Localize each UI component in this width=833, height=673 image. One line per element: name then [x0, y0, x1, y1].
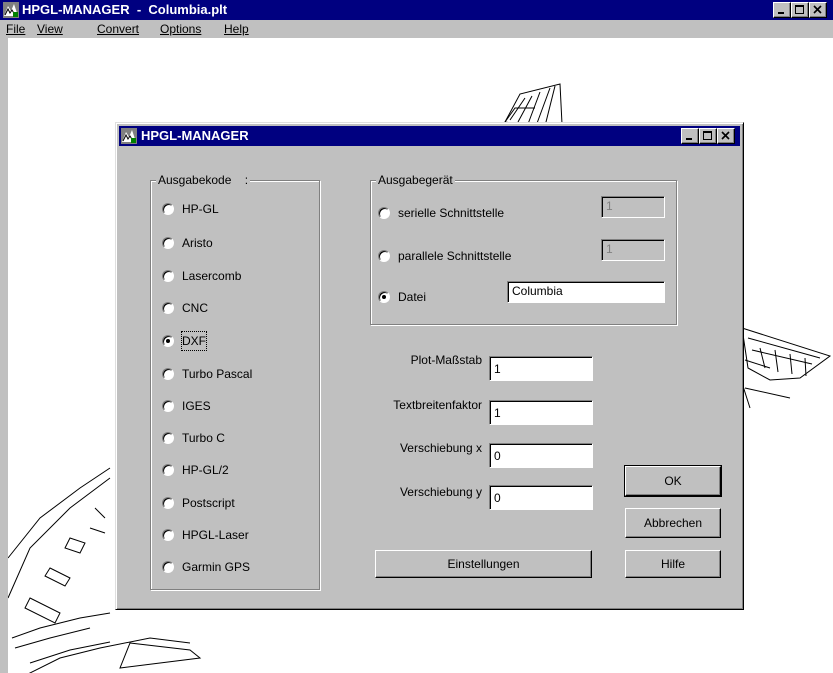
radio-dot	[162, 237, 174, 249]
radio-dot	[162, 432, 174, 444]
dialog-maximize-button[interactable]	[699, 128, 717, 144]
shift-x-input[interactable]: 0	[489, 443, 593, 468]
radio-dot	[162, 203, 174, 215]
output-code-group-label: Ausgabekode :	[156, 173, 251, 187]
maximize-icon	[795, 5, 804, 14]
text-width-input[interactable]: 1	[489, 400, 593, 425]
shift-y-input[interactable]: 0	[489, 485, 593, 510]
radio-dot-checked	[378, 291, 390, 303]
radio-dot	[378, 250, 390, 262]
dialog-title: HPGL-MANAGER	[141, 128, 249, 143]
settings-button[interactable]: Einstellungen	[375, 550, 592, 578]
dialog-close-button[interactable]	[717, 128, 735, 144]
menubar: File View Convert Options Help	[0, 20, 833, 38]
window-title: HPGL-MANAGER - Columbia.plt	[22, 2, 228, 17]
minimize-icon	[686, 138, 692, 140]
radio-dot-checked	[162, 335, 174, 347]
output-code-group: Ausgabekode : HP-GL Aristo Lasercomb CNC…	[150, 173, 320, 590]
shift-x-label: Verschiebung x	[399, 441, 482, 455]
close-button[interactable]	[809, 2, 827, 18]
plot-scale-label: Plot-Maßstab	[410, 353, 482, 367]
radio-dot	[162, 497, 174, 509]
menu-file[interactable]: File	[6, 22, 25, 36]
serial-port-field[interactable]: 1	[601, 196, 665, 218]
radio-dot	[162, 368, 174, 380]
radio-dot	[162, 464, 174, 476]
minimize-button[interactable]	[773, 2, 791, 18]
radio-dot	[162, 561, 174, 573]
parallel-port-field[interactable]: 1	[601, 239, 665, 261]
help-button[interactable]: Hilfe	[625, 550, 721, 578]
dialog-minimize-button[interactable]	[681, 128, 699, 144]
menu-options[interactable]: Options	[160, 22, 201, 36]
text-width-label: Textbreitenfaktor	[393, 398, 482, 412]
plot-scale-input[interactable]: 1	[489, 356, 593, 381]
radio-dot	[378, 207, 390, 219]
main-titlebar: HPGL-MANAGER - Columbia.plt	[0, 0, 833, 20]
menu-view[interactable]: View	[37, 22, 63, 36]
hpgl-manager-dialog: HPGL-MANAGER Ausgabekode : HP-GL Aristo …	[115, 122, 744, 610]
menu-convert[interactable]: Convert	[97, 22, 139, 36]
maximize-button[interactable]	[791, 2, 809, 18]
file-name-field[interactable]: Columbia	[507, 281, 665, 303]
cancel-button[interactable]: Abbrechen	[625, 508, 721, 538]
dialog-app-icon[interactable]	[121, 128, 137, 144]
radio-dot	[162, 529, 174, 541]
close-icon	[721, 131, 730, 140]
close-icon	[813, 5, 822, 14]
shift-y-label: Verschiebung y	[399, 485, 482, 499]
radio-dot	[162, 302, 174, 314]
radio-dot	[162, 270, 174, 282]
radio-dot	[162, 400, 174, 412]
menu-help[interactable]: Help	[224, 22, 249, 36]
maximize-icon	[703, 131, 712, 140]
canvas-left-border	[0, 38, 8, 673]
minimize-icon	[778, 12, 784, 14]
output-device-group-label: Ausgabegerät	[376, 173, 455, 187]
ok-button[interactable]: OK	[624, 465, 722, 497]
app-icon[interactable]	[3, 2, 19, 18]
output-device-group: Ausgabegerät serielle Schnittstelle 1 pa…	[370, 173, 677, 325]
dialog-titlebar: HPGL-MANAGER	[119, 126, 740, 146]
